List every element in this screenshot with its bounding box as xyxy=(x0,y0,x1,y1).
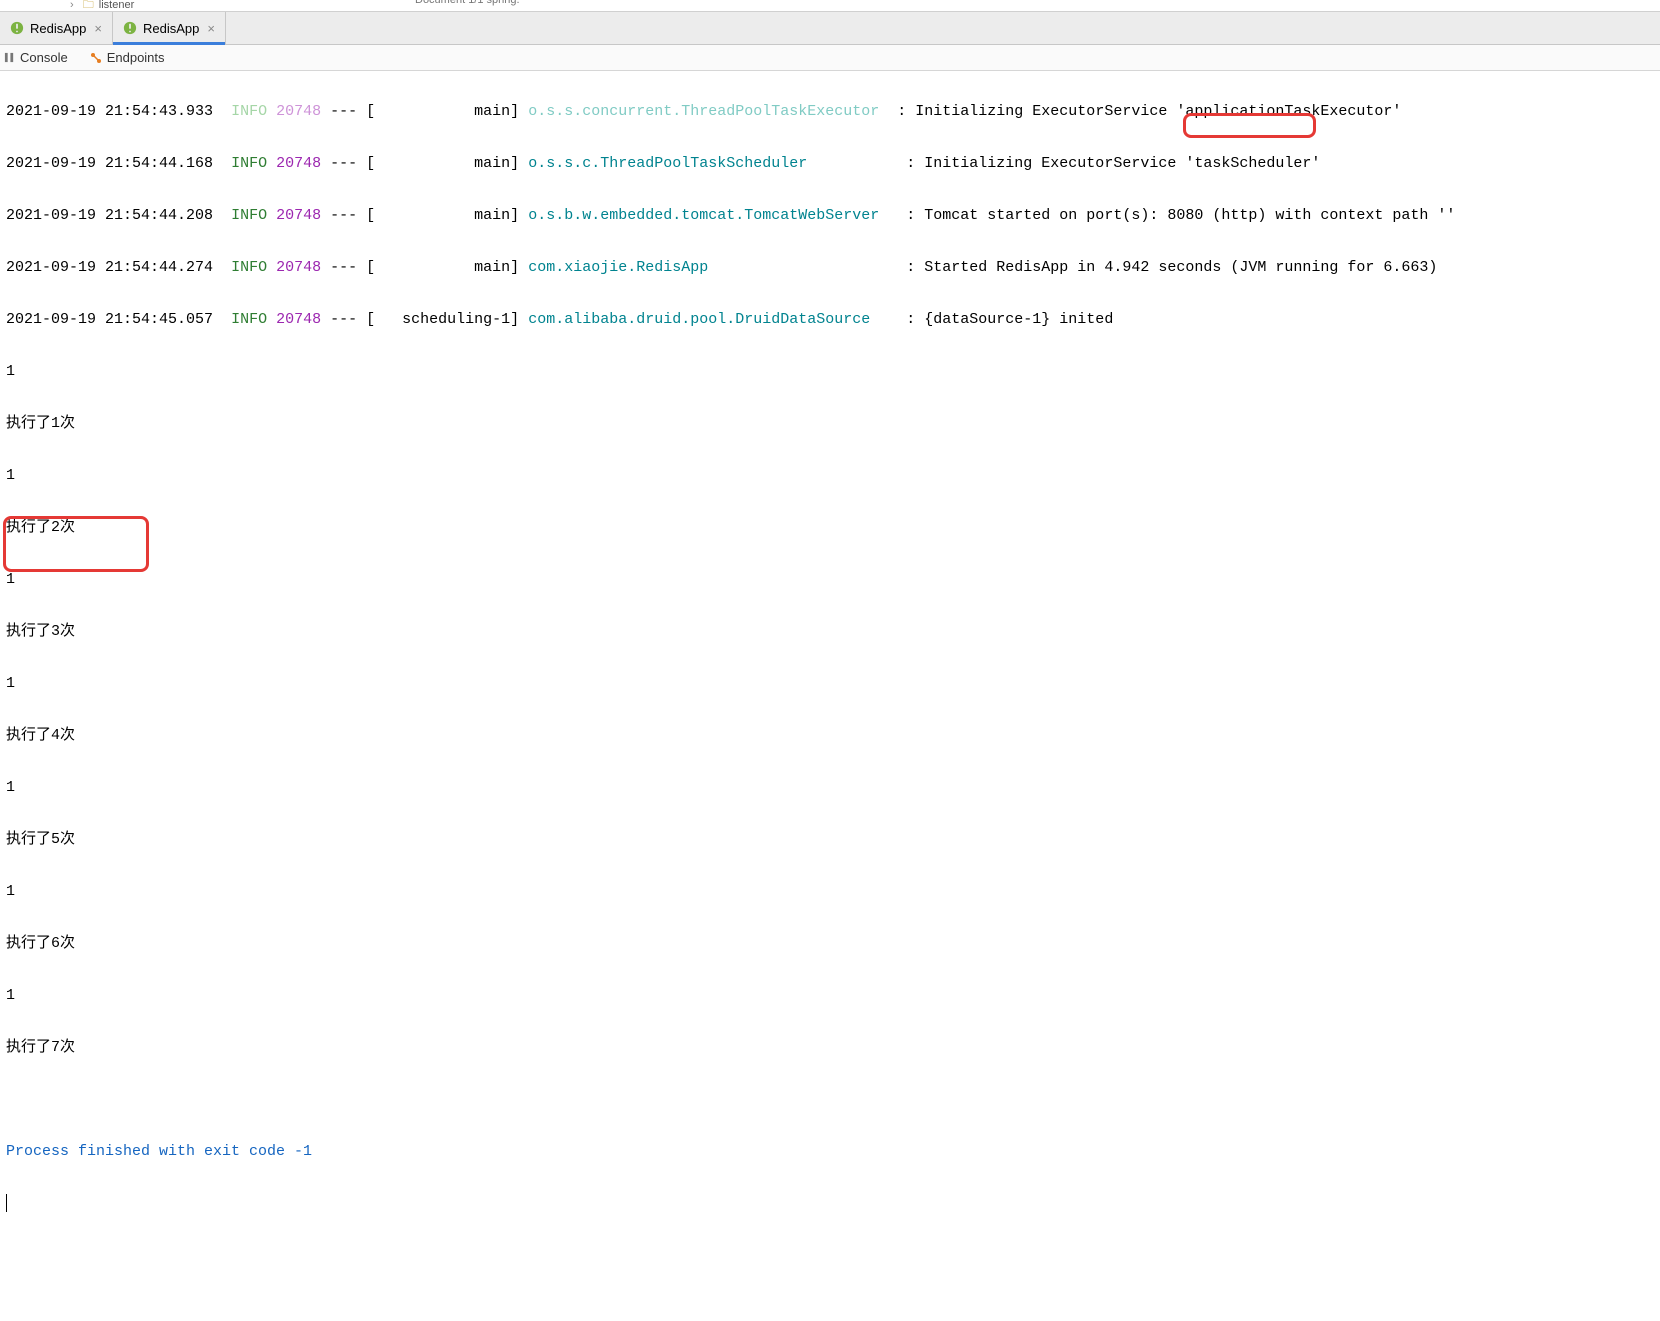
top-bar-fragment: › 🗀 listener Document 1/1 spring. xyxy=(0,0,1660,12)
log-line: 2021-09-19 21:54:45.057 INFO 20748 --- [… xyxy=(6,307,1660,333)
tab-label: RedisApp xyxy=(30,21,86,36)
output-line: 执行了7次 xyxy=(6,1035,1660,1061)
output-line: 1 xyxy=(6,463,1660,489)
log-line: 2021-09-19 21:54:44.274 INFO 20748 --- [… xyxy=(6,255,1660,281)
cursor-line xyxy=(6,1191,1660,1217)
log-line: 2021-09-19 21:54:44.208 INFO 20748 --- [… xyxy=(6,203,1660,229)
output-line: 1 xyxy=(6,359,1660,385)
close-icon[interactable]: × xyxy=(94,21,102,36)
editor-tab-bar: RedisApp × RedisApp × xyxy=(0,12,1660,45)
output-line: 执行了4次 xyxy=(6,723,1660,749)
spring-boot-icon xyxy=(123,21,137,35)
output-line: 执行了5次 xyxy=(6,827,1660,853)
sub-tab-label: Endpoints xyxy=(107,50,165,65)
console-icon xyxy=(4,52,15,63)
console-output[interactable]: 2021-09-19 21:54:43.933 INFO 20748 --- [… xyxy=(0,71,1660,1321)
output-line: 执行了3次 xyxy=(6,619,1660,645)
sub-tab-label: Console xyxy=(20,50,68,65)
output-line: 执行了2次 xyxy=(6,515,1660,541)
top-right-fragment: Document 1/1 spring. xyxy=(415,0,520,6)
tree-expand-icon[interactable]: › xyxy=(70,0,74,11)
sub-tab-endpoints[interactable]: Endpoints xyxy=(90,50,165,65)
tab-redisapp-1[interactable]: RedisApp × xyxy=(0,12,113,44)
output-line: 1 xyxy=(6,879,1660,905)
output-line: 1 xyxy=(6,567,1660,593)
folder-icon: 🗀 xyxy=(83,0,94,11)
log-line: 2021-09-19 21:54:44.168 INFO 20748 --- [… xyxy=(6,151,1660,177)
blank-line xyxy=(6,1087,1660,1113)
text-cursor xyxy=(6,1194,7,1212)
spring-boot-icon xyxy=(10,21,24,35)
output-line: 1 xyxy=(6,983,1660,1009)
tab-label: RedisApp xyxy=(143,21,199,36)
output-line: 执行了6次 xyxy=(6,931,1660,957)
tab-redisapp-2[interactable]: RedisApp × xyxy=(113,12,226,44)
output-line: 执行了1次 xyxy=(6,411,1660,437)
close-icon[interactable]: × xyxy=(207,21,215,36)
exit-line: Process finished with exit code -1 xyxy=(6,1139,1660,1165)
endpoints-icon xyxy=(90,52,102,64)
run-tool-sub-tab-bar: Console Endpoints xyxy=(0,45,1660,71)
sub-tab-console[interactable]: Console xyxy=(4,50,68,65)
output-line: 1 xyxy=(6,671,1660,697)
tree-item-label[interactable]: listener xyxy=(99,0,134,11)
log-line: 2021-09-19 21:54:43.933 INFO 20748 --- [… xyxy=(6,99,1660,125)
output-line: 1 xyxy=(6,775,1660,801)
